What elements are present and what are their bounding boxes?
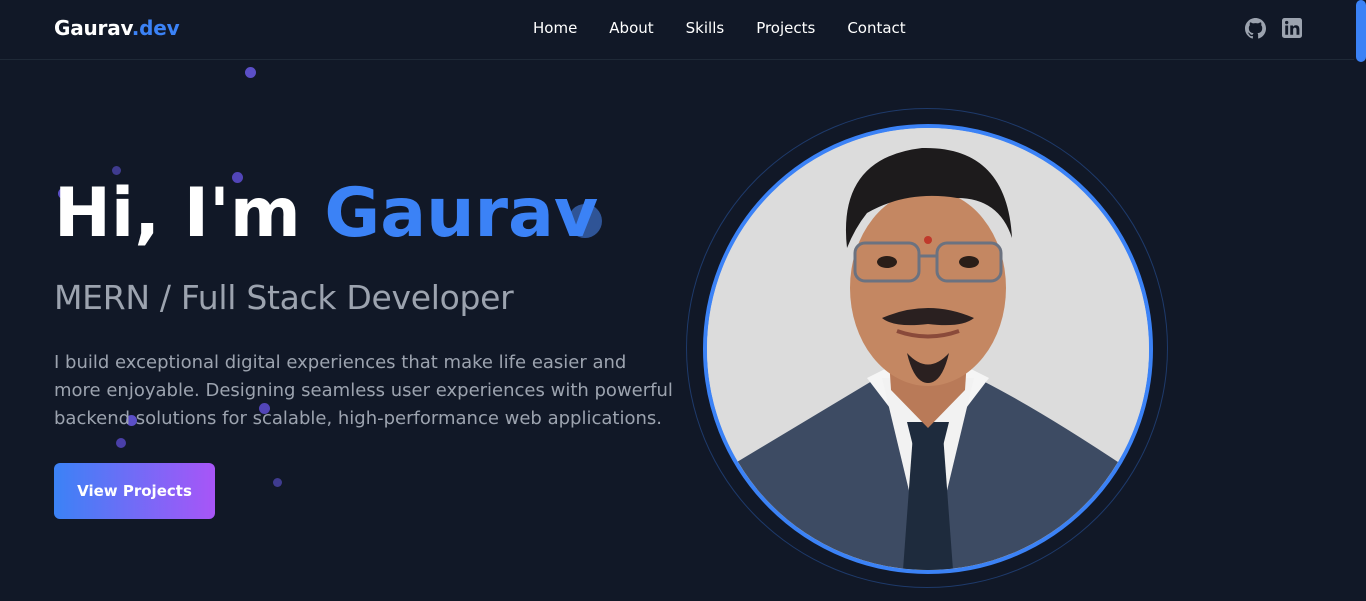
nav-skills[interactable]: Skills xyxy=(686,19,725,37)
view-projects-button[interactable]: View Projects xyxy=(54,463,215,519)
nav-contact[interactable]: Contact xyxy=(847,19,905,37)
profile-photo xyxy=(703,124,1153,574)
page-scrollbar[interactable] xyxy=(1354,0,1366,601)
particle-dot xyxy=(273,478,282,487)
logo-accent: .dev xyxy=(131,16,180,40)
hero-subtitle: MERN / Full Stack Developer xyxy=(54,278,514,317)
github-icon[interactable] xyxy=(1245,18,1266,39)
social-links xyxy=(1245,18,1302,39)
nav-projects[interactable]: Projects xyxy=(756,19,815,37)
linkedin-icon[interactable] xyxy=(1282,18,1302,39)
hero-description: I build exceptional digital experiences … xyxy=(54,352,673,429)
site-logo[interactable]: Gaurav.dev xyxy=(54,16,180,40)
particle-dot xyxy=(245,67,256,78)
particle-dot xyxy=(116,438,126,448)
hero-name: Gaurav xyxy=(324,174,599,253)
hero-heading: Hi, I'm Gaurav xyxy=(54,180,598,248)
logo-text: Gaurav xyxy=(54,16,132,40)
scrollbar-thumb[interactable] xyxy=(1356,0,1366,62)
profile-portrait-illustration xyxy=(707,128,1149,570)
hero-greeting: Hi, I'm xyxy=(54,174,301,253)
top-navbar: Gaurav.dev Home About Skills Projects Co… xyxy=(0,0,1354,60)
nav-home[interactable]: Home xyxy=(533,19,577,37)
main-nav: Home About Skills Projects Contact xyxy=(533,19,938,37)
page: Gaurav.dev Home About Skills Projects Co… xyxy=(0,0,1366,601)
nav-about[interactable]: About xyxy=(609,19,653,37)
